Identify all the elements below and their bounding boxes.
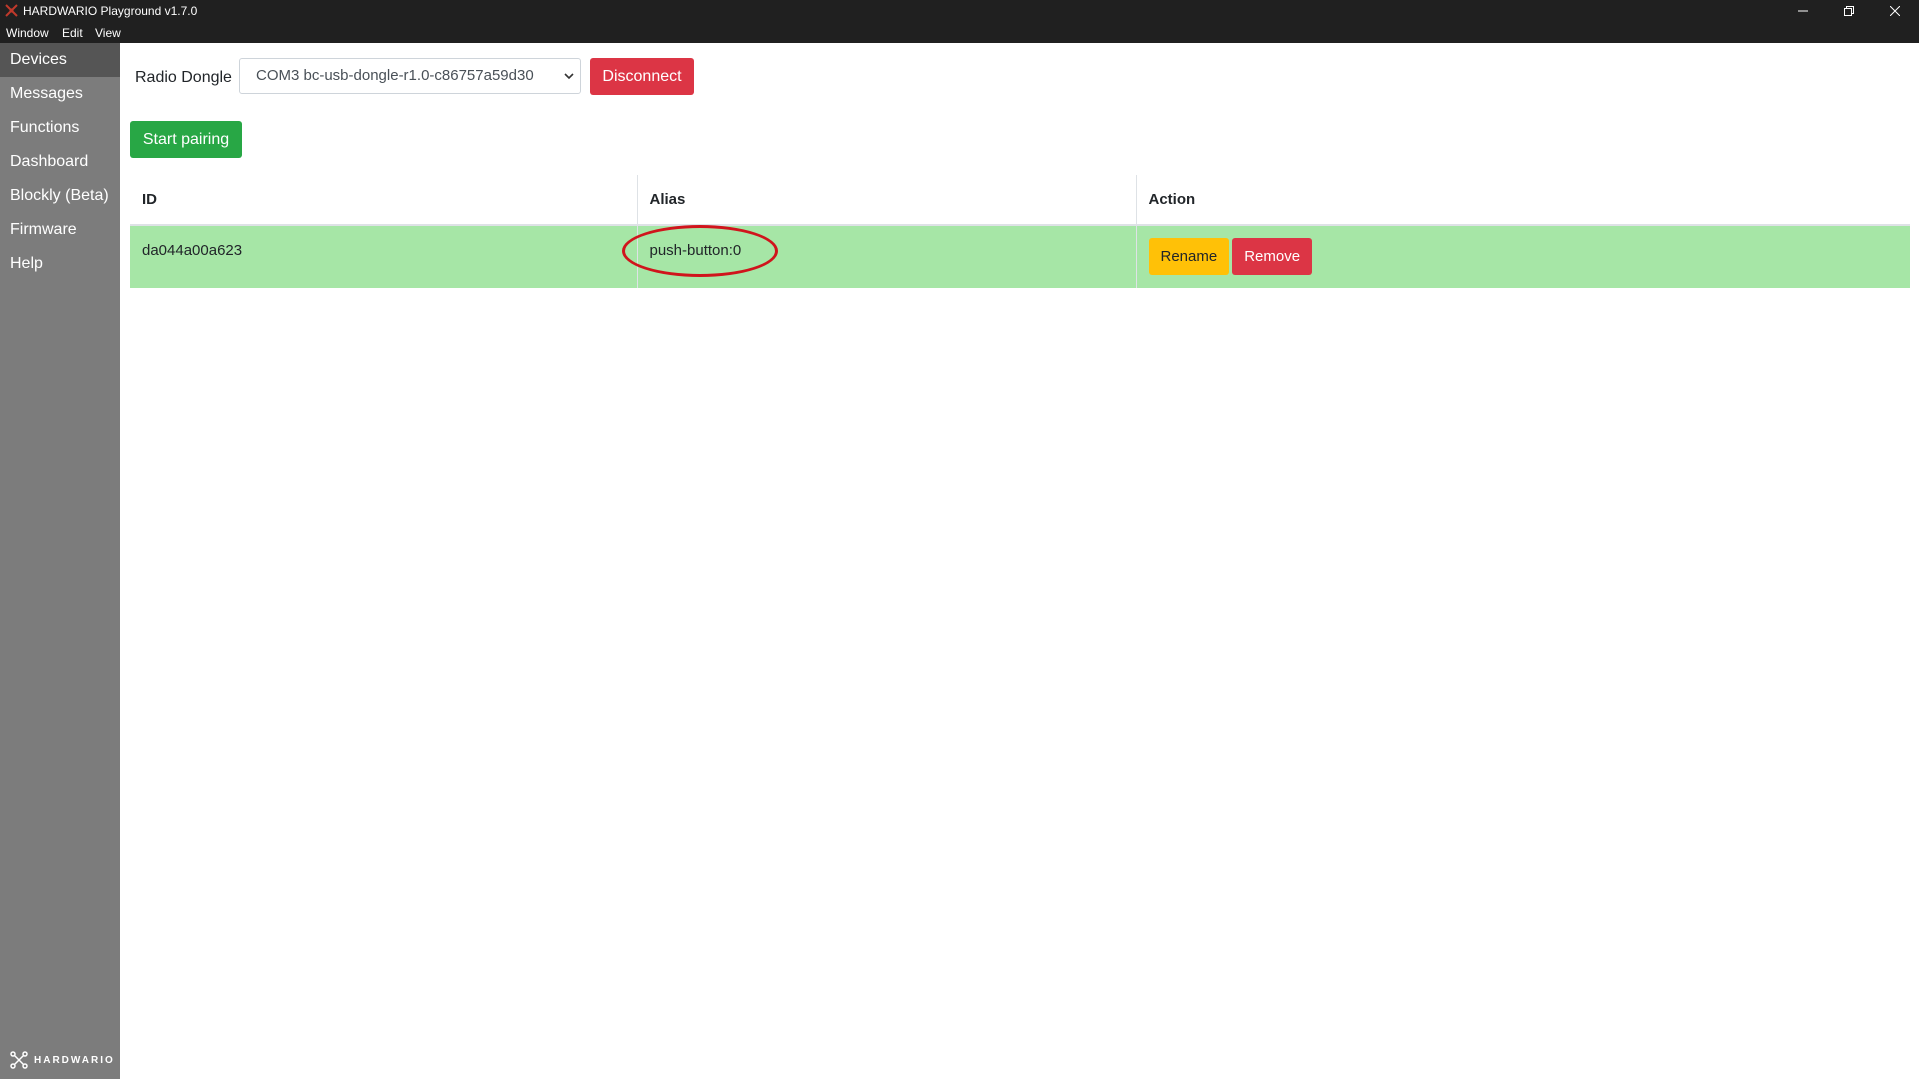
devices-page: Radio Dongle COM3 bc-usb-dongle-r1.0-c86… [120, 43, 1919, 1079]
restore-icon[interactable] [1826, 0, 1872, 22]
radio-dongle-label: Radio Dongle [135, 69, 232, 86]
menu-view[interactable]: View [95, 26, 121, 40]
chevron-down-icon [564, 73, 574, 80]
sidebar-item-firmware[interactable]: Firmware [0, 213, 120, 247]
column-header-action: Action [1135, 175, 1910, 226]
close-icon[interactable] [1872, 0, 1918, 22]
remove-button[interactable]: Remove [1232, 238, 1313, 275]
radio-dongle-select[interactable]: COM3 bc-usb-dongle-r1.0-c86757a59d30 [239, 58, 581, 94]
disconnect-button[interactable]: Disconnect [590, 58, 694, 95]
table-row: da044a00a623 push-button:0 Rename Remove [130, 224, 1910, 288]
devices-table: ID Alias Action da044a00a623 push-button… [130, 175, 1910, 288]
annotation-ring [621, 225, 778, 277]
window-title: HARDWARIO Playground v1.7.0 [23, 4, 198, 18]
menu-window[interactable]: Window [6, 26, 49, 40]
column-header-alias: Alias [636, 175, 1136, 226]
column-header-id: ID [130, 175, 637, 226]
start-pairing-button[interactable]: Start pairing [130, 121, 242, 158]
minimize-icon[interactable] [1780, 0, 1826, 22]
table-header-row: ID Alias Action [130, 175, 1910, 226]
brand-name: HARDWARIO [34, 1054, 115, 1066]
menu-bar: Window Edit View [0, 22, 1919, 43]
sidebar: Devices Messages Functions Dashboard Blo… [0, 43, 120, 1079]
sidebar-item-help[interactable]: Help [0, 247, 120, 281]
sidebar-item-dashboard[interactable]: Dashboard [0, 145, 120, 179]
device-id: da044a00a623 [142, 242, 243, 259]
dongle-selected-value: COM3 bc-usb-dongle-r1.0-c86757a59d30 [256, 67, 534, 84]
sidebar-item-devices[interactable]: Devices [0, 43, 120, 77]
brand-logo: HARDWARIO [10, 1050, 115, 1070]
sidebar-item-functions[interactable]: Functions [0, 111, 120, 145]
sidebar-item-messages[interactable]: Messages [0, 77, 120, 111]
device-action-cell: Rename Remove [1135, 224, 1910, 288]
device-alias-cell: push-button:0 [621, 224, 1136, 288]
title-bar: HARDWARIO Playground v1.7.0 [0, 0, 1919, 22]
menu-edit[interactable]: Edit [62, 26, 83, 40]
sidebar-item-blockly[interactable]: Blockly (Beta) [0, 179, 120, 213]
hardwario-app-icon [5, 4, 18, 17]
rename-button[interactable]: Rename [1148, 238, 1230, 275]
hardwario-logo-icon [10, 1051, 28, 1069]
device-alias-wrapper: push-button:0 [621, 225, 778, 277]
device-id-cell: da044a00a623 [130, 224, 637, 288]
